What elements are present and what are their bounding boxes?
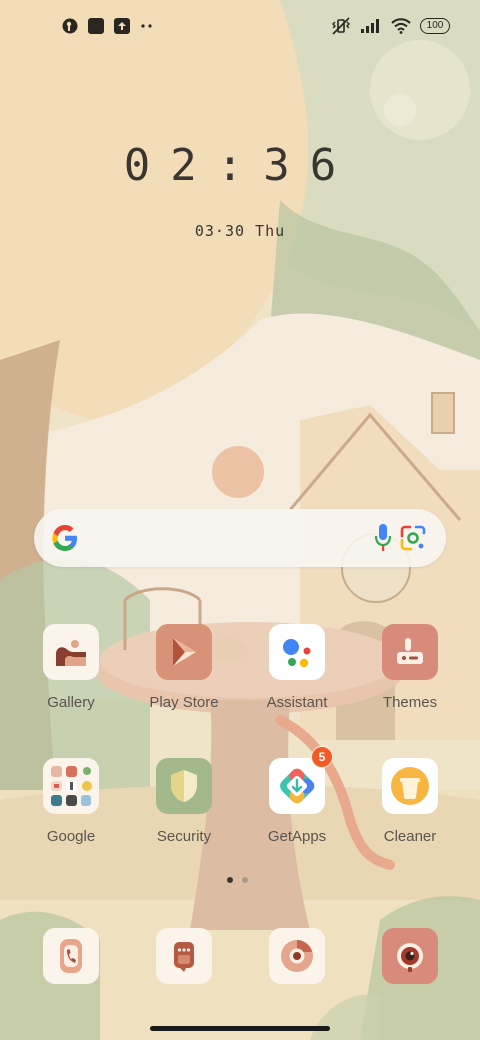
play-store-icon <box>156 624 212 680</box>
app-themes[interactable]: Themes <box>354 624 466 711</box>
signal-icon <box>361 19 379 33</box>
system-icons: 100 <box>331 17 450 35</box>
more-notifications-icon <box>141 24 152 28</box>
dock-messages[interactable] <box>128 928 240 984</box>
vibrate-off-icon <box>332 17 350 35</box>
page-dot-active <box>227 877 233 883</box>
google-search-bar[interactable] <box>34 509 446 567</box>
themes-icon <box>382 624 438 680</box>
app-label: Themes <box>382 694 438 711</box>
home-gesture-bar[interactable] <box>150 1026 330 1031</box>
app-security[interactable]: Security <box>128 758 240 845</box>
cleaner-icon <box>382 758 438 814</box>
google-g-icon <box>52 525 77 551</box>
messages-icon <box>156 928 212 984</box>
google-lens-icon[interactable] <box>399 524 427 552</box>
dock-browser[interactable] <box>241 928 353 984</box>
app-label: Gallery <box>47 694 95 711</box>
app-label: GetApps <box>267 828 327 845</box>
status-bar: 100 <box>0 0 480 56</box>
home-screen: 100 02:36 03·30 Thu Gallery Play Store A… <box>0 0 480 1040</box>
google-folder-icon <box>43 758 99 814</box>
app-label: Security <box>156 828 212 845</box>
notification-icons <box>62 18 154 34</box>
upload-icon <box>114 18 130 34</box>
getapps-icon: 5 <box>269 746 333 814</box>
dock-camera[interactable] <box>354 928 466 984</box>
app-getapps[interactable]: 5 GetApps <box>241 746 353 845</box>
app-folder-google[interactable]: Google <box>15 758 127 845</box>
voice-search-icon[interactable] <box>374 523 392 553</box>
date-label[interactable]: 03·30 Thu <box>0 222 480 240</box>
gallery-icon <box>43 624 99 680</box>
wifi-icon <box>391 18 411 34</box>
app-gallery[interactable]: Gallery <box>15 624 127 711</box>
clock-widget[interactable]: 02:36 <box>0 140 480 191</box>
security-icon <box>156 758 212 814</box>
app-label: Play Store <box>149 694 219 711</box>
app-notification-icon <box>88 18 104 34</box>
battery-indicator: 100 <box>420 18 450 34</box>
app-cleaner[interactable]: Cleaner <box>354 758 466 845</box>
page-dot <box>242 877 248 883</box>
browser-icon <box>269 928 325 984</box>
app-label: Assistant <box>266 694 328 711</box>
dock-phone[interactable] <box>15 928 127 984</box>
app-label: Google <box>46 828 96 845</box>
assistant-icon <box>269 624 325 680</box>
phone-icon <box>43 928 99 984</box>
notification-badge: 5 <box>311 746 333 768</box>
tip-circle-icon <box>62 18 78 34</box>
page-indicator[interactable] <box>227 877 248 883</box>
camera-icon <box>382 928 438 984</box>
app-label: Cleaner <box>383 828 437 845</box>
app-assistant[interactable]: Assistant <box>241 624 353 711</box>
app-play-store[interactable]: Play Store <box>128 624 240 711</box>
